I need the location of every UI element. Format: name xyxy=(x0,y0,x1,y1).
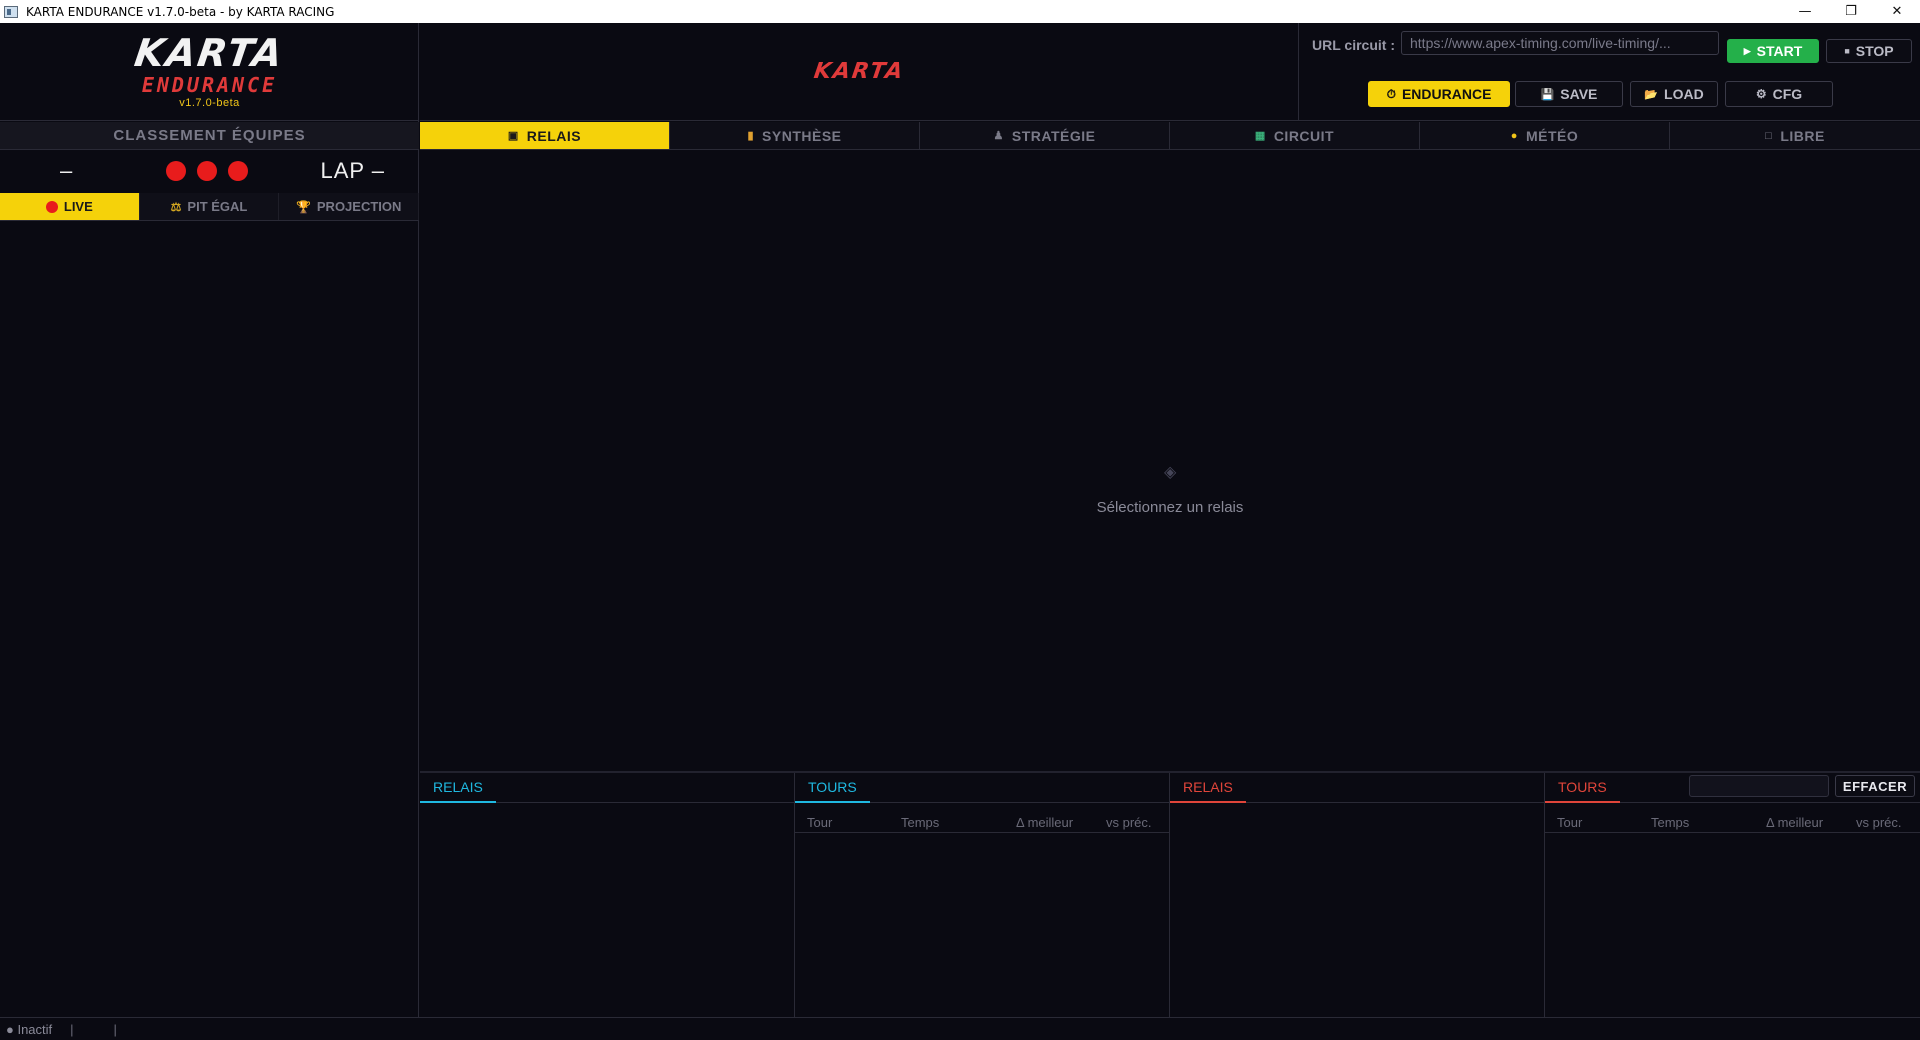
tab-tours-blue[interactable]: TOURS xyxy=(795,773,870,803)
col-delta-best: Δ meilleur xyxy=(1766,815,1824,830)
empty-state-message: Sélectionnez un relais xyxy=(1096,499,1244,516)
load-button[interactable]: 📂 LOAD xyxy=(1630,81,1718,107)
scales-icon: ⚖ xyxy=(170,199,182,214)
tab-relais-red[interactable]: RELAIS xyxy=(1170,773,1246,803)
col-vs-prev: vs préc. xyxy=(1106,815,1152,830)
relay-icon: ▣ xyxy=(507,130,519,142)
mode-tab-label: LIVE xyxy=(63,199,93,214)
logo-endurance: ENDURANCE xyxy=(141,72,278,97)
col-tour: Tour xyxy=(1557,815,1583,830)
diamond-icon: ◈ xyxy=(1164,464,1177,481)
header-brand: KARTA xyxy=(420,23,1298,121)
chart-icon: ▮ xyxy=(747,130,755,142)
header-controls: URL circuit : ▶ START ■ STOP ⏱ ENDURANCE… xyxy=(1298,23,1920,121)
floppy-icon: 💾 xyxy=(1540,88,1555,101)
panel-header: RELAIS xyxy=(420,773,794,803)
light-icon xyxy=(228,161,248,181)
panel-header: TOURS EFFACER xyxy=(1545,773,1920,803)
config-button[interactable]: ⚙ CFG xyxy=(1725,81,1833,107)
trophy-icon: 🏆 xyxy=(295,199,311,214)
relay-list-panel-red: RELAIS xyxy=(1170,773,1545,1017)
start-lights xyxy=(166,161,248,181)
laps-panel-blue: TOURS Tour Temps Δ meilleur vs préc. xyxy=(795,773,1170,1017)
save-button[interactable]: 💾 SAVE xyxy=(1515,81,1623,107)
tab-relais-blue[interactable]: RELAIS xyxy=(420,773,496,803)
col-vs-prev: vs préc. xyxy=(1856,815,1902,830)
laps-table-header: Tour Temps Δ meilleur vs préc. xyxy=(1545,803,1920,833)
tab-libre[interactable]: □ LIBRE xyxy=(1670,122,1920,149)
pawn-icon: ♟ xyxy=(993,130,1004,142)
relay-list-panel-blue: RELAIS xyxy=(420,773,795,1017)
folder-icon: 📂 xyxy=(1644,88,1659,101)
ranking-mode-tabs: LIVE ⚖ PIT ÉGAL 🏆 PROJECTION xyxy=(0,193,420,221)
tab-tours-red[interactable]: TOURS xyxy=(1545,773,1620,803)
col-delta-best: Δ meilleur xyxy=(1016,815,1074,830)
stop-button[interactable]: ■ STOP xyxy=(1826,39,1912,63)
gear-icon: ⚙ xyxy=(1755,87,1767,101)
app-icon xyxy=(4,5,18,18)
team-ranking-title: CLASSEMENT ÉQUIPES xyxy=(0,122,419,150)
laps-panel-red: TOURS EFFACER Tour Temps Δ meilleur vs p… xyxy=(1545,773,1920,1017)
close-icon[interactable]: ✕ xyxy=(1874,0,1920,23)
mode-tab-pit-egal[interactable]: ⚖ PIT ÉGAL xyxy=(139,193,280,220)
map-icon: ▦ xyxy=(1254,130,1266,142)
app-window: KARTA ENDURANCE v1.7.0-beta CLASSEMENT É… xyxy=(0,23,1920,1040)
tab-circuit[interactable]: ▦ CIRCUIT xyxy=(1170,122,1420,149)
tab-meteo[interactable]: ● MÉTÉO xyxy=(1420,122,1670,149)
restore-icon[interactable]: ❐ xyxy=(1828,0,1874,23)
clear-button[interactable]: EFFACER xyxy=(1835,775,1915,797)
app-version: v1.7.0-beta xyxy=(179,96,240,109)
stop-icon: ■ xyxy=(1844,46,1850,56)
tab-synthese[interactable]: ▮ SYNTHÈSE xyxy=(670,122,920,149)
tab-strategie[interactable]: ♟ STRATÉGIE xyxy=(920,122,1170,149)
status-separator: | xyxy=(70,1021,74,1037)
col-temps: Temps xyxy=(901,815,940,830)
col-tour: Tour xyxy=(807,815,833,830)
tab-relais[interactable]: ▣ RELAIS xyxy=(420,122,670,149)
panel-header: TOURS xyxy=(795,773,1169,803)
mode-tab-live[interactable]: LIVE xyxy=(0,193,140,220)
status-separator: | xyxy=(113,1021,117,1037)
status-bar: ● Inactif | | xyxy=(0,1017,1920,1040)
square-icon: □ xyxy=(1765,129,1773,142)
sun-icon: ● xyxy=(1510,129,1518,142)
minimize-icon[interactable]: — xyxy=(1782,0,1828,23)
url-circuit-input[interactable] xyxy=(1401,31,1719,55)
race-position: – xyxy=(60,158,73,183)
brand-title: KARTA xyxy=(812,59,906,84)
endurance-button[interactable]: ⏱ ENDURANCE xyxy=(1368,81,1510,107)
logo-karta: KARTA xyxy=(132,30,287,75)
lap-counter: LAP – xyxy=(320,158,385,183)
mode-tab-projection[interactable]: 🏆 PROJECTION xyxy=(279,193,420,220)
window-titlebar: KARTA ENDURANCE v1.7.0-beta - by KARTA R… xyxy=(0,0,1920,23)
panel-header: RELAIS xyxy=(1170,773,1544,803)
live-dot-icon xyxy=(45,200,58,213)
connection-status: ● Inactif xyxy=(6,1021,53,1037)
compare-input[interactable] xyxy=(1689,775,1829,797)
light-icon xyxy=(197,161,217,181)
url-label: URL circuit : xyxy=(1312,37,1395,53)
play-icon: ▶ xyxy=(1743,45,1751,56)
stopwatch-icon: ⏱ xyxy=(1386,86,1396,101)
main-tabs: ▣ RELAIS ▮ SYNTHÈSE ♟ STRATÉGIE ▦ CIRCUI… xyxy=(420,122,1920,150)
window-title: KARTA ENDURANCE v1.7.0-beta - by KARTA R… xyxy=(26,4,335,19)
app-logo: KARTA ENDURANCE v1.7.0-beta xyxy=(0,23,419,121)
left-sidebar: KARTA ENDURANCE v1.7.0-beta CLASSEMENT É… xyxy=(0,23,420,1017)
mode-tab-label: PIT ÉGAL xyxy=(187,199,248,214)
relay-detail-panel: ◈ Sélectionnez un relais xyxy=(420,151,1920,771)
bottom-panels: RELAIS TOURS Tour Temps Δ meilleur vs pr… xyxy=(420,771,1920,1017)
laps-table-header: Tour Temps Δ meilleur vs préc. xyxy=(795,803,1169,833)
mode-tab-label: PROJECTION xyxy=(316,199,402,214)
light-icon xyxy=(166,161,186,181)
start-button[interactable]: ▶ START xyxy=(1727,39,1819,63)
race-status: – LAP – xyxy=(0,151,419,191)
col-temps: Temps xyxy=(1651,815,1690,830)
